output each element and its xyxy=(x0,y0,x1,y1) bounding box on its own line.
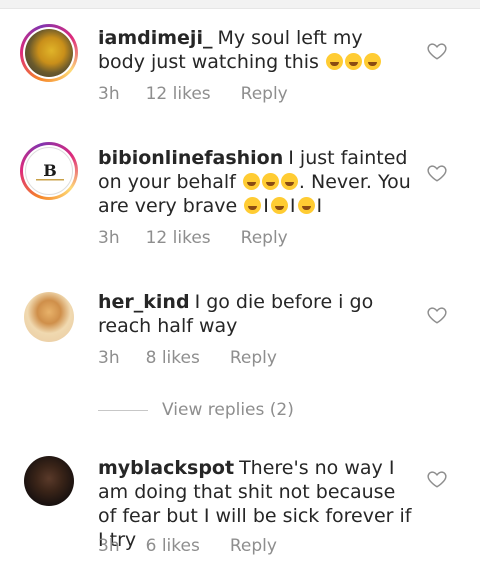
like-heart-icon[interactable] xyxy=(426,468,448,490)
avatar-story-ring[interactable] xyxy=(20,24,78,82)
comment-text: bibionlinefashion I just fainted on your … xyxy=(98,146,413,218)
comment-meta: 3h 12 likes Reply xyxy=(98,84,288,104)
reply-button[interactable]: Reply xyxy=(241,84,288,104)
comment-meta: 3h 12 likes Reply xyxy=(98,228,288,248)
comment-text: her_kind I go die before i go reach half … xyxy=(98,290,413,338)
reply-button[interactable]: Reply xyxy=(230,348,277,368)
avatar xyxy=(24,292,74,342)
comment-meta: 3h 8 likes Reply xyxy=(98,348,277,368)
avatar-frame[interactable] xyxy=(20,452,78,510)
avatar xyxy=(24,456,74,506)
like-heart-icon[interactable] xyxy=(426,304,448,326)
emoji-icon xyxy=(242,173,260,190)
emoji-icon xyxy=(270,197,288,214)
comment-time: 3h xyxy=(98,536,120,556)
comment-time: 3h xyxy=(98,228,120,248)
comment-username[interactable]: her_kind xyxy=(98,291,190,313)
emoji-icon xyxy=(280,173,298,190)
comment-separator: I xyxy=(316,195,323,217)
emoji-icon xyxy=(345,53,362,70)
comment-likes[interactable]: 12 likes xyxy=(146,84,211,104)
like-heart-icon[interactable] xyxy=(426,162,448,184)
emoji-icon xyxy=(297,197,315,214)
comment-time: 3h xyxy=(98,84,120,104)
avatar: B xyxy=(25,147,73,195)
comment-separator: I xyxy=(263,195,269,217)
view-replies-button[interactable]: View replies (2) xyxy=(162,400,294,420)
view-replies-row[interactable]: View replies (2) xyxy=(98,400,398,422)
emoji-icon xyxy=(261,173,279,190)
replies-divider xyxy=(98,410,148,411)
comment-time: 3h xyxy=(98,348,120,368)
avatar-story-ring[interactable]: B xyxy=(20,142,78,200)
avatar xyxy=(25,29,73,77)
comment-text: iamdimeji_ My soul left my body just watc… xyxy=(98,26,413,74)
comment-meta: 3h 6 likes Reply xyxy=(98,536,277,556)
comment-likes[interactable]: 6 likes xyxy=(146,536,200,556)
comment-likes[interactable]: 8 likes xyxy=(146,348,200,368)
emoji-icon xyxy=(244,197,262,214)
comment-likes[interactable]: 12 likes xyxy=(146,228,211,248)
comment-username[interactable]: iamdimeji_ xyxy=(98,27,212,49)
emoji-icon xyxy=(364,53,381,70)
reply-button[interactable]: Reply xyxy=(241,228,288,248)
emoji-icon xyxy=(326,53,343,70)
reply-button[interactable]: Reply xyxy=(230,536,277,556)
svg-text:B: B xyxy=(43,161,57,180)
like-heart-icon[interactable] xyxy=(426,40,448,62)
top-divider xyxy=(0,0,480,9)
avatar-frame[interactable] xyxy=(20,288,78,346)
comment-separator: I xyxy=(289,195,296,217)
comment-username[interactable]: bibionlinefashion xyxy=(98,147,283,169)
brand-logo-icon: B xyxy=(36,161,64,181)
comment-username[interactable]: myblackspot xyxy=(98,457,234,479)
